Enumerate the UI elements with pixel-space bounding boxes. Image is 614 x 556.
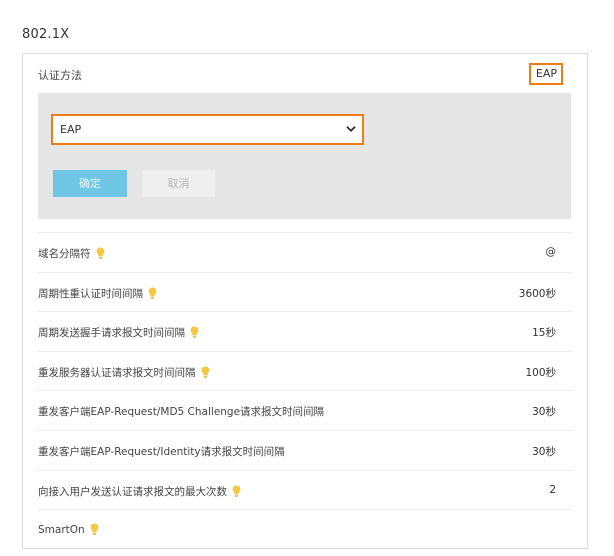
setting-value: 30秒 [532, 406, 556, 419]
setting-label-text: 周期性重认证时间间隔 [38, 287, 143, 300]
cancel-button[interactable]: 取消 [142, 170, 215, 197]
setting-row[interactable]: 重发客户端EAP-Request/Identity请求报文时间间隔 30秒 [38, 429, 572, 470]
setting-label-text: 重发客户端EAP-Request/MD5 Challenge请求报文时间间隔 [38, 406, 325, 419]
section-title: 802.1X [22, 27, 70, 42]
setting-label-text: SmartOn [38, 524, 85, 537]
setting-row[interactable]: 域名分隔符 @ [38, 232, 572, 272]
setting-value: 15秒 [532, 327, 556, 340]
auth-method-label: 认证方法 [38, 69, 82, 82]
setting-label: 重发客户端EAP-Request/Identity请求报文时间间隔 [38, 444, 285, 459]
setting-row[interactable]: 重发服务器认证请求报文时间间隔 100秒 [38, 350, 572, 391]
auth-method-select-value: EAP [60, 123, 82, 136]
lightbulb-icon[interactable] [201, 366, 210, 378]
auth-method-select[interactable]: EAP [51, 114, 364, 145]
setting-value: 100秒 [525, 366, 556, 379]
setting-value: @ [545, 246, 557, 258]
setting-label: SmartOn [38, 523, 99, 536]
auth-method-value[interactable]: EAP [528, 63, 563, 85]
setting-label-text: 向接入用户发送认证请求报文的最大次数 [38, 485, 227, 498]
lightbulb-icon[interactable] [96, 247, 105, 259]
settings-list: 域名分隔符 @ 周期性重认证时间间隔 3600秒周期发送握手请求报文时间间隔 15秒重发… [23, 232, 587, 549]
confirm-button[interactable]: 确定 [53, 170, 127, 197]
setting-label-text: 重发服务器认证请求报文时间间隔 [38, 366, 196, 379]
lightbulb-icon[interactable] [190, 326, 199, 339]
setting-label: 周期发送握手请求报文时间间隔 [38, 325, 199, 340]
setting-value: 30秒 [532, 445, 556, 458]
setting-label: 向接入用户发送认证请求报文的最大次数 [38, 484, 241, 499]
chevron-down-icon [346, 126, 356, 132]
setting-label-text: 重发客户端EAP-Request/Identity请求报文时间间隔 [38, 445, 285, 458]
setting-row[interactable]: 周期性重认证时间间隔 3600秒 [38, 271, 572, 312]
lightbulb-icon[interactable] [90, 523, 99, 536]
setting-label: 重发服务器认证请求报文时间间隔 [38, 365, 210, 380]
auth-method-row[interactable]: 认证方法 EAP [23, 54, 587, 92]
dot1x-settings-panel: 认证方法 EAP EAP 确定 取消 域名分隔符 @ 周期性重认证时间间隔 3600秒… [22, 53, 588, 549]
setting-value: 2 [549, 483, 556, 496]
setting-row[interactable]: SmartOn [38, 509, 572, 549]
setting-label-text: 周期发送握手请求报文时间间隔 [38, 327, 185, 340]
setting-label: 重发客户端EAP-Request/MD5 Challenge请求报文时间间隔 [38, 404, 324, 419]
setting-row[interactable]: 重发客户端EAP-Request/MD5 Challenge请求报文时间间隔 30… [38, 390, 572, 430]
lightbulb-icon[interactable] [232, 485, 241, 497]
setting-row[interactable]: 向接入用户发送认证请求报文的最大次数 2 [38, 469, 572, 510]
setting-label: 域名分隔符 [38, 246, 105, 261]
setting-label-text: 域名分隔符 [38, 248, 91, 260]
setting-row[interactable]: 周期发送握手请求报文时间间隔 15秒 [38, 311, 572, 351]
lightbulb-icon[interactable] [148, 287, 157, 299]
setting-value: 3600秒 [518, 287, 556, 300]
setting-label: 周期性重认证时间间隔 [38, 286, 157, 301]
auth-method-editor: EAP 确定 取消 [38, 93, 571, 219]
